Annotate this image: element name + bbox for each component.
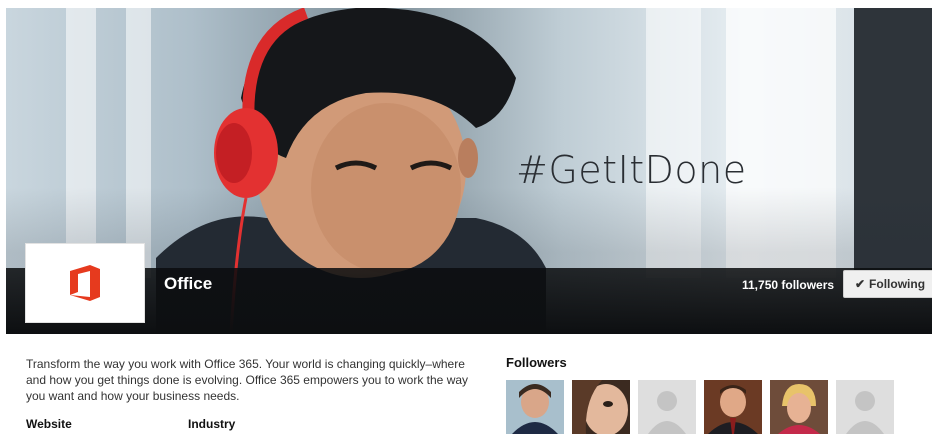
company-name[interactable]: Office xyxy=(164,274,212,294)
industry-label: Industry xyxy=(188,417,236,431)
cover-hashtag: #GetItDone xyxy=(516,148,747,192)
follower-avatar[interactable] xyxy=(704,380,762,434)
checkmark-icon: ✔ xyxy=(854,277,866,291)
following-button-label: Following xyxy=(869,277,926,291)
followers-title: Followers xyxy=(506,355,567,370)
company-page: #GetItDone Office 11,750 followers ✔ Fol… xyxy=(6,8,932,434)
company-description: Transform the way you work with Office 3… xyxy=(26,357,469,403)
follower-avatar[interactable] xyxy=(770,380,828,434)
follower-avatar[interactable] xyxy=(506,380,564,434)
follower-avatar-placeholder[interactable] xyxy=(638,380,696,434)
following-button[interactable]: ✔ Following xyxy=(843,270,932,298)
followers-count: 11,750 followers xyxy=(742,278,835,292)
follower-avatar[interactable] xyxy=(572,380,630,434)
company-logo[interactable] xyxy=(26,244,144,322)
website-label: Website xyxy=(26,417,72,431)
office-logo-icon xyxy=(70,265,100,301)
follower-avatar-placeholder[interactable] xyxy=(836,380,894,434)
